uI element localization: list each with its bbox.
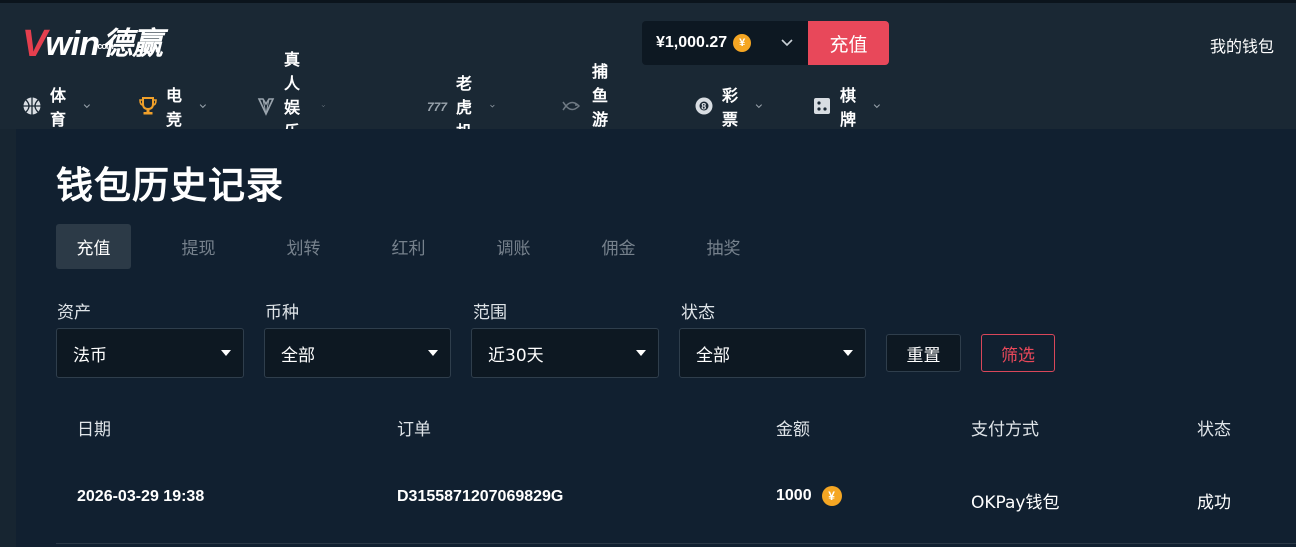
row-payment-method: OKPay钱包 (971, 493, 1060, 513)
nav-item-fishing[interactable]: 捕鱼游戏 (562, 62, 608, 153)
deposit-button[interactable]: 充值 (808, 21, 889, 65)
top-header: V win com 德赢 ¥1,000.27 ¥ 充值 我的钱包 体育 电竞 真人… (0, 0, 1296, 165)
nav-item-live-casino[interactable]: 真人娱乐场 (256, 50, 326, 165)
basketball-icon (22, 95, 42, 117)
site-logo[interactable]: V win com 德赢 (22, 21, 163, 65)
filter-label-asset: 资产 (57, 303, 91, 323)
lottery-ball-icon: 8 (694, 95, 714, 117)
tab-deposit[interactable]: 充值 (56, 224, 131, 269)
asset-select[interactable]: 法币 (56, 328, 244, 378)
nav-item-chess-cards[interactable]: 棋牌 (812, 86, 882, 129)
nav-label: 彩票 (722, 86, 739, 129)
select-value: 近30天 (488, 345, 544, 366)
nav-label: 棋牌 (840, 86, 857, 129)
filter-label-range: 范围 (473, 303, 507, 323)
slot-777-icon: 777 (426, 95, 448, 117)
chevron-down-icon (874, 104, 881, 109)
tab-adjustment[interactable]: 调账 (476, 224, 551, 269)
select-value: 全部 (696, 345, 730, 366)
row-divider (56, 543, 1296, 544)
my-wallet-link[interactable]: 我的钱包 (1210, 33, 1274, 57)
nav-item-esports[interactable]: 电竞 (138, 86, 208, 129)
currency-select[interactable]: 全部 (264, 328, 451, 378)
filter-button[interactable]: 筛选 (981, 334, 1055, 372)
range-select[interactable]: 近30天 (471, 328, 659, 378)
dice-card-icon (812, 95, 832, 117)
tab-commission[interactable]: 佣金 (581, 224, 656, 269)
logo-win-text: win (45, 25, 100, 63)
trophy-icon (138, 95, 158, 117)
caret-down-icon (636, 350, 646, 356)
column-header-amount: 金额 (776, 420, 810, 440)
amount-value: 1000 (776, 487, 812, 504)
tab-withdraw[interactable]: 提现 (161, 224, 236, 269)
nav-label: 电竞 (166, 86, 183, 129)
row-order-id: D3155871207069829G (397, 488, 564, 505)
select-value: 全部 (281, 345, 315, 366)
tab-transfer[interactable]: 划转 (266, 224, 341, 269)
fish-icon (562, 95, 584, 117)
filter-label-status: 状态 (681, 303, 715, 323)
column-header-order: 订单 (397, 420, 431, 440)
caret-down-icon (221, 350, 231, 356)
chevron-down-icon (84, 104, 91, 109)
chevron-down-icon (490, 104, 495, 108)
chevron-down-icon (200, 104, 207, 109)
column-header-status: 状态 (1197, 420, 1231, 440)
select-value: 法币 (73, 345, 107, 366)
side-gutter (0, 129, 16, 547)
logo-com: com (97, 41, 113, 51)
chevron-down-icon (756, 104, 763, 109)
column-header-payment-method: 支付方式 (971, 420, 1039, 440)
nav-item-slots[interactable]: 777 老虎机 (426, 74, 496, 141)
caret-down-icon (428, 350, 438, 356)
page-title: 钱包历史记录 (56, 164, 284, 207)
chevron-down-icon (781, 39, 793, 47)
caret-down-icon (843, 350, 853, 356)
tab-lottery-draw[interactable]: 抽奖 (686, 224, 761, 269)
balance-amount: ¥1,000.27 (656, 34, 728, 51)
tab-bonus[interactable]: 红利 (371, 224, 446, 269)
yuan-coin-icon: ¥ (821, 486, 842, 506)
nav-item-sports[interactable]: 体育 (22, 86, 92, 129)
reset-button[interactable]: 重置 (886, 334, 961, 372)
row-status: 成功 (1197, 493, 1231, 513)
column-header-date: 日期 (77, 420, 111, 440)
row-amount: 1000 ¥ (776, 486, 842, 506)
logo-v: V (22, 23, 47, 65)
filter-label-currency: 币种 (265, 303, 299, 323)
nav-item-lottery[interactable]: 8 彩票 (694, 86, 764, 129)
balance-dropdown[interactable]: ¥1,000.27 ¥ (642, 21, 808, 65)
svg-text:777: 777 (427, 100, 448, 114)
chevron-down-icon (322, 105, 326, 108)
logo-win: win com (45, 25, 113, 63)
status-select[interactable]: 全部 (679, 328, 866, 378)
nav-label: 体育 (50, 86, 67, 129)
diamond-icon (256, 95, 276, 117)
svg-text:8: 8 (701, 101, 706, 111)
yuan-coin-icon: ¥ (733, 34, 752, 52)
row-date: 2026-03-29 19:38 (77, 488, 205, 505)
